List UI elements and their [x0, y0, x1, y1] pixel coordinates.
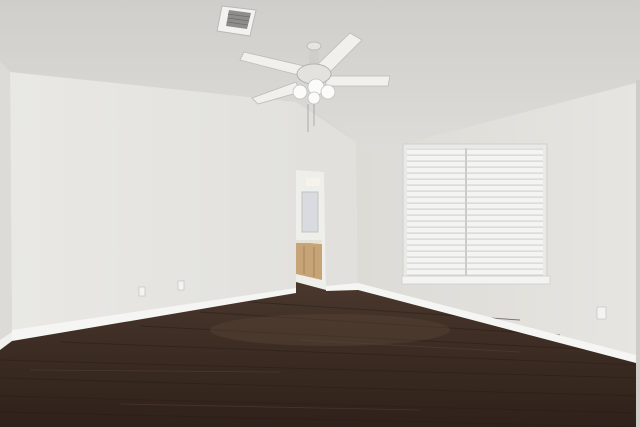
window-blinds — [407, 148, 543, 276]
fan-blade — [325, 75, 391, 87]
room-scene — [0, 0, 640, 427]
bathroom-cabinet — [296, 242, 322, 280]
room-photo — [0, 0, 640, 427]
vanity-light — [306, 178, 320, 186]
outlet-left-1 — [138, 286, 146, 297]
bathroom-mirror — [301, 191, 319, 233]
left-edge-wall — [0, 62, 12, 346]
outlet-right — [596, 306, 607, 320]
outlet-left-2 — [177, 280, 185, 291]
window-sill — [401, 275, 551, 285]
